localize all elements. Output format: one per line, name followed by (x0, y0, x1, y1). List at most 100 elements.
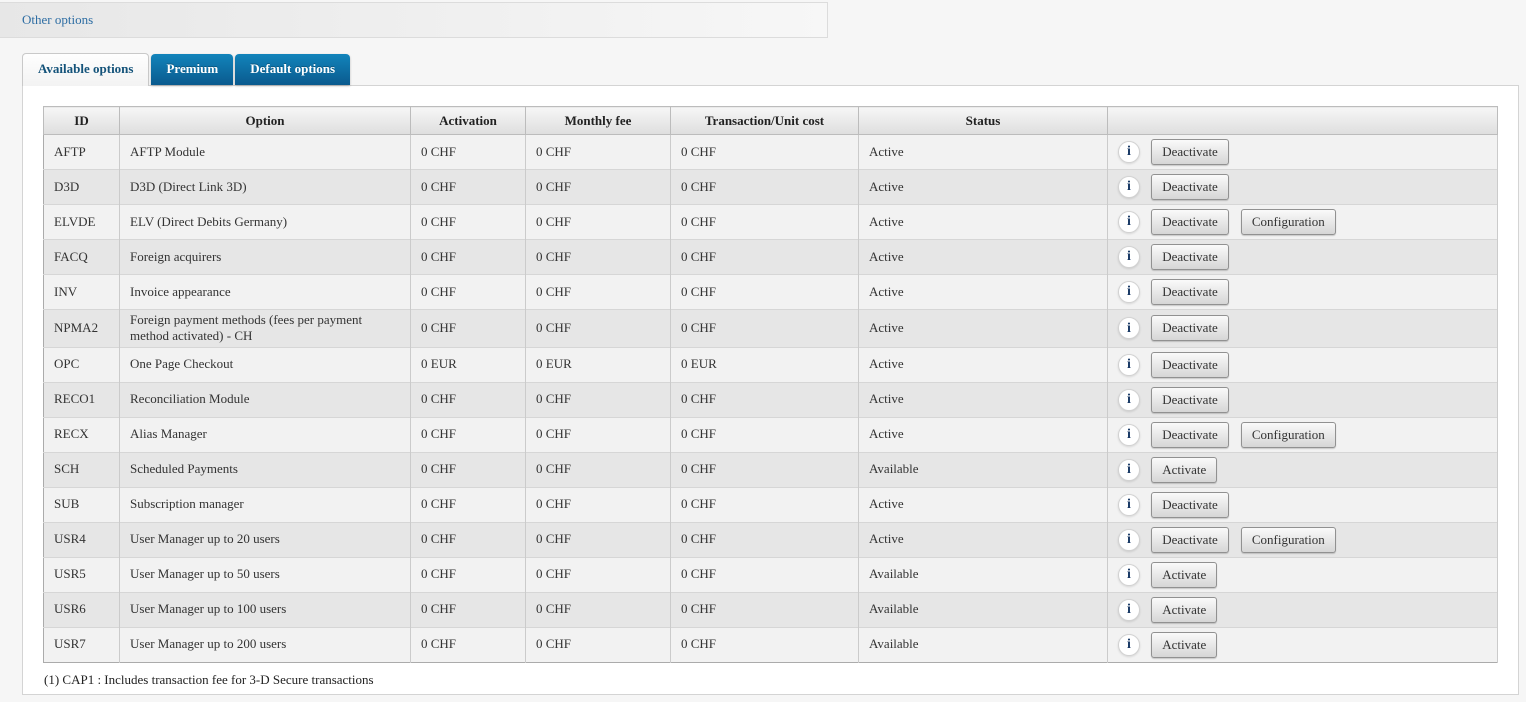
table-footnote: (1) CAP1 : Includes transaction fee for … (44, 672, 1498, 688)
info-icon[interactable]: i (1118, 211, 1140, 233)
actions-cell: i Deactivate (1108, 347, 1498, 382)
activate-button[interactable]: Activate (1151, 597, 1217, 623)
monthly-fee-cell: 0 CHF (526, 275, 671, 310)
option-name-cell: User Manager up to 50 users (120, 557, 411, 592)
table-row: AFTP AFTP Module 0 CHF 0 CHF 0 CHF Activ… (44, 135, 1498, 170)
option-id-cell: RECO1 (44, 382, 120, 417)
option-id-cell: SCH (44, 452, 120, 487)
deactivate-button[interactable]: Deactivate (1151, 352, 1229, 378)
deactivate-button[interactable]: Deactivate (1151, 209, 1229, 235)
monthly-fee-cell: 0 CHF (526, 627, 671, 662)
option-name-cell: Foreign acquirers (120, 240, 411, 275)
monthly-fee-cell: 0 CHF (526, 417, 671, 452)
activation-fee-cell: 0 CHF (411, 417, 526, 452)
configuration-button[interactable]: Configuration (1241, 422, 1336, 448)
activation-fee-cell: 0 CHF (411, 310, 526, 348)
configuration-button[interactable]: Configuration (1241, 209, 1336, 235)
activate-button[interactable]: Activate (1151, 632, 1217, 658)
option-name-cell: AFTP Module (120, 135, 411, 170)
deactivate-button[interactable]: Deactivate (1151, 387, 1229, 413)
info-icon[interactable]: i (1118, 176, 1140, 198)
info-icon[interactable]: i (1118, 141, 1140, 163)
column-header-status: Status (859, 107, 1108, 135)
status-cell: Active (859, 240, 1108, 275)
tab-default-options[interactable]: Default options (235, 54, 350, 85)
info-icon[interactable]: i (1118, 634, 1140, 656)
status-cell: Available (859, 592, 1108, 627)
info-icon[interactable]: i (1118, 599, 1140, 621)
info-icon[interactable]: i (1118, 424, 1140, 446)
deactivate-button[interactable]: Deactivate (1151, 139, 1229, 165)
info-icon[interactable]: i (1118, 494, 1140, 516)
status-cell: Available (859, 557, 1108, 592)
deactivate-button[interactable]: Deactivate (1151, 174, 1229, 200)
table-row: SCH Scheduled Payments 0 CHF 0 CHF 0 CHF… (44, 452, 1498, 487)
monthly-fee-cell: 0 CHF (526, 557, 671, 592)
transaction-cost-cell: 0 CHF (671, 170, 859, 205)
actions-cell: i Activate (1108, 557, 1498, 592)
activate-button[interactable]: Activate (1151, 457, 1217, 483)
deactivate-button[interactable]: Deactivate (1151, 527, 1229, 553)
deactivate-button[interactable]: Deactivate (1151, 244, 1229, 270)
table-row: RECO1 Reconciliation Module 0 CHF 0 CHF … (44, 382, 1498, 417)
table-row: USR5 User Manager up to 50 users 0 CHF 0… (44, 557, 1498, 592)
option-id-cell: INV (44, 275, 120, 310)
option-id-cell: OPC (44, 347, 120, 382)
deactivate-button[interactable]: Deactivate (1151, 279, 1229, 305)
info-icon[interactable]: i (1118, 281, 1140, 303)
actions-cell: i Activate (1108, 592, 1498, 627)
option-id-cell: RECX (44, 417, 120, 452)
option-name-cell: D3D (Direct Link 3D) (120, 170, 411, 205)
option-name-cell: Invoice appearance (120, 275, 411, 310)
deactivate-button[interactable]: Deactivate (1151, 422, 1229, 448)
monthly-fee-cell: 0 CHF (526, 452, 671, 487)
actions-cell: i Deactivate Configuration (1108, 522, 1498, 557)
status-cell: Active (859, 522, 1108, 557)
activation-fee-cell: 0 CHF (411, 275, 526, 310)
section-title: Other options (22, 12, 93, 28)
activation-fee-cell: 0 CHF (411, 205, 526, 240)
table-row: NPMA2 Foreign payment methods (fees per … (44, 310, 1498, 348)
monthly-fee-cell: 0 CHF (526, 592, 671, 627)
info-icon[interactable]: i (1118, 529, 1140, 551)
table-row: USR4 User Manager up to 20 users 0 CHF 0… (44, 522, 1498, 557)
info-icon[interactable]: i (1118, 246, 1140, 268)
actions-cell: i Deactivate (1108, 382, 1498, 417)
configuration-button[interactable]: Configuration (1241, 527, 1336, 553)
deactivate-button[interactable]: Deactivate (1151, 315, 1229, 341)
monthly-fee-cell: 0 CHF (526, 240, 671, 275)
status-cell: Available (859, 627, 1108, 662)
option-id-cell: USR6 (44, 592, 120, 627)
monthly-fee-cell: 0 CHF (526, 205, 671, 240)
deactivate-button[interactable]: Deactivate (1151, 492, 1229, 518)
monthly-fee-cell: 0 CHF (526, 135, 671, 170)
status-cell: Active (859, 382, 1108, 417)
info-icon[interactable]: i (1118, 354, 1140, 376)
info-icon[interactable]: i (1118, 564, 1140, 586)
monthly-fee-cell: 0 CHF (526, 382, 671, 417)
actions-cell: i Deactivate (1108, 170, 1498, 205)
option-id-cell: USR7 (44, 627, 120, 662)
table-row: INV Invoice appearance 0 CHF 0 CHF 0 CHF… (44, 275, 1498, 310)
column-header-id: ID (44, 107, 120, 135)
info-icon[interactable]: i (1118, 389, 1140, 411)
info-icon[interactable]: i (1118, 317, 1140, 339)
monthly-fee-cell: 0 CHF (526, 487, 671, 522)
transaction-cost-cell: 0 CHF (671, 522, 859, 557)
table-row: USR7 User Manager up to 200 users 0 CHF … (44, 627, 1498, 662)
transaction-cost-cell: 0 CHF (671, 310, 859, 348)
activation-fee-cell: 0 CHF (411, 627, 526, 662)
option-id-cell: ELVDE (44, 205, 120, 240)
transaction-cost-cell: 0 CHF (671, 452, 859, 487)
actions-cell: i Activate (1108, 627, 1498, 662)
tab-premium[interactable]: Premium (151, 54, 233, 85)
info-icon[interactable]: i (1118, 459, 1140, 481)
option-id-cell: NPMA2 (44, 310, 120, 348)
tab-content-panel: ID Option Activation Monthly fee Transac… (22, 85, 1519, 695)
activation-fee-cell: 0 CHF (411, 135, 526, 170)
transaction-cost-cell: 0 CHF (671, 557, 859, 592)
tab-available-options[interactable]: Available options (22, 53, 149, 86)
transaction-cost-cell: 0 CHF (671, 240, 859, 275)
status-cell: Active (859, 417, 1108, 452)
activate-button[interactable]: Activate (1151, 562, 1217, 588)
